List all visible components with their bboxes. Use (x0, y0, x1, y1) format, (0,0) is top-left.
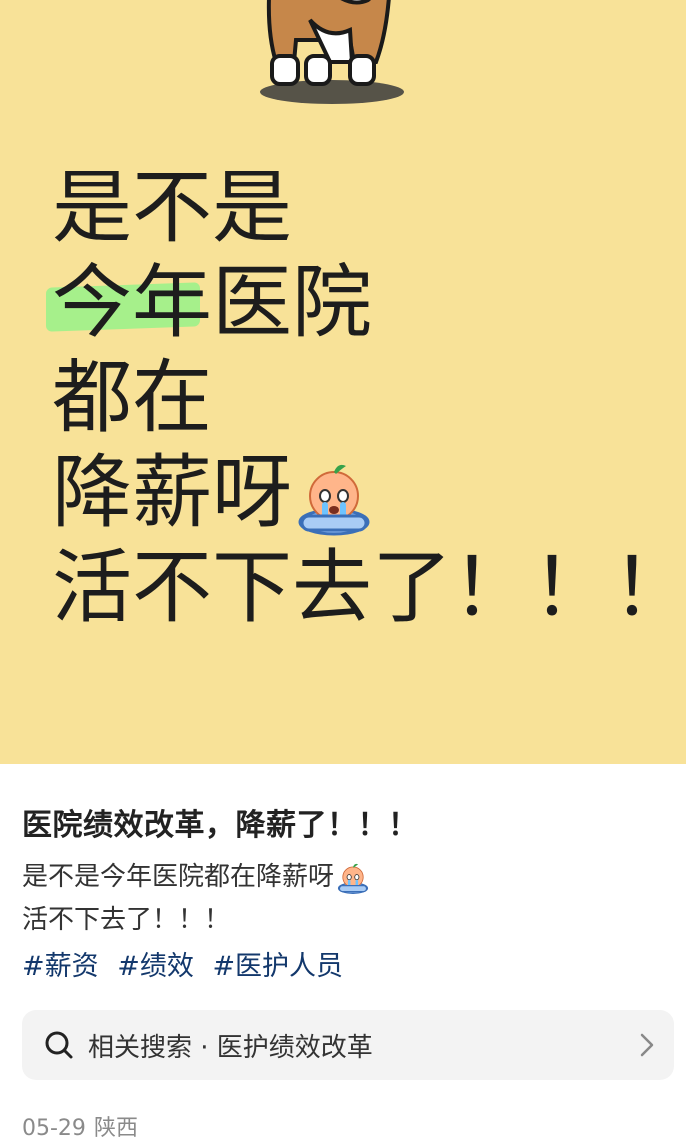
crying-emoji-icon (337, 863, 369, 894)
chevron-right-icon (640, 1033, 654, 1057)
related-search-label: 相关搜索 · 医护绩效改革 (88, 1032, 373, 1063)
cover-line-1: 是不是 (52, 161, 292, 254)
post-meta: 05-29 陕西 (22, 1110, 138, 1142)
highlighted-text: 今年 (46, 255, 212, 350)
dog-illustration (260, 0, 404, 104)
post-location: 陕西 (93, 1116, 138, 1141)
hashtag-salary[interactable]: #薪资 (22, 951, 99, 982)
post-body-line: 活不下去了！！！ (22, 905, 231, 935)
hashtags: #薪资 #绩效 #医护人员 (22, 944, 353, 983)
hashtag-medical-staff[interactable]: #医护人员 (212, 951, 343, 982)
search-icon (45, 1031, 73, 1059)
cover-text: 是不是 今年医院 都在 降薪呀 活不下去了！！！ (46, 160, 686, 635)
post-body: 是不是今年医院都在降薪呀 活不下去了！！！ (22, 856, 370, 942)
hashtag-performance[interactable]: #绩效 (117, 951, 194, 982)
cover-line-5: 活不下去了！！！ (52, 541, 686, 634)
crying-emoji-icon (298, 464, 370, 536)
cover-line-3: 都在 (52, 351, 212, 444)
post-date: 05-29 (22, 1116, 86, 1141)
post-body-line: 是不是今年医院都在降薪呀 (22, 856, 370, 899)
post-title: 医院绩效改革，降薪了！！！ (22, 808, 419, 843)
related-search-bar[interactable]: 相关搜索 · 医护绩效改革 (22, 1010, 674, 1080)
cover-line-2: 今年医院 (46, 255, 686, 350)
cover-line-4: 降薪呀 (52, 445, 686, 540)
cover-image[interactable]: 是不是 今年医院 都在 降薪呀 活不下去了！！！ (0, 0, 686, 764)
